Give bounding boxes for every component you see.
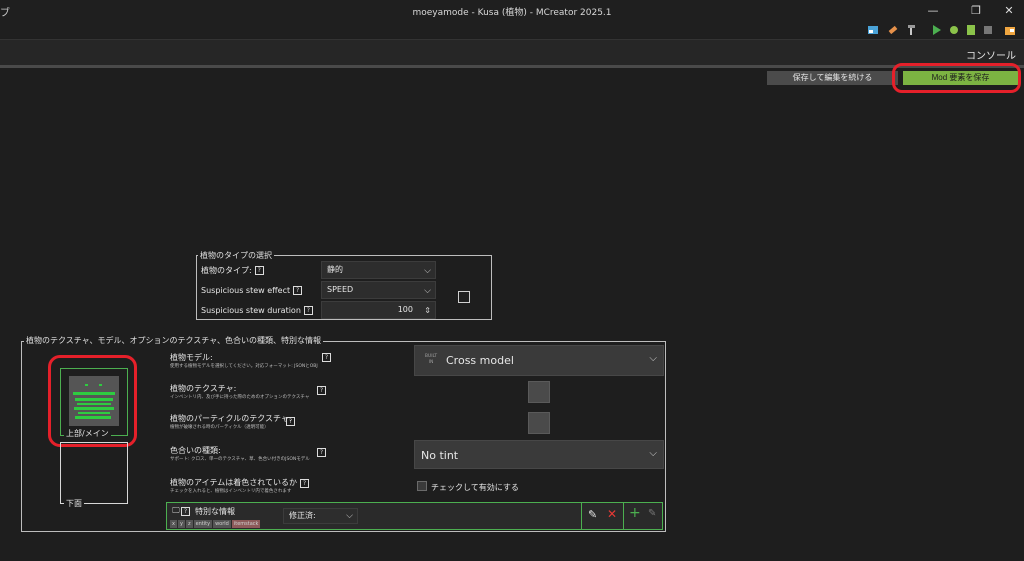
dependency-tag: itemstack [231,520,261,528]
stew-effect-value: SPEED [327,285,354,294]
hammer-icon[interactable] [905,24,917,36]
stop-icon[interactable] [982,24,994,36]
procedure-dropdown-value: 修正済: [289,511,316,520]
top-texture-highlight [48,355,137,447]
monitor-icon: 🖵 [172,506,180,515]
plant-model-dropdown[interactable]: BUILT IN Cross model ⌵ [414,345,664,376]
bottom-texture-label: 下面 [64,498,84,509]
bottom-texture-slot[interactable] [60,442,128,504]
plant-type-dropdown[interactable]: 静的 ⌵ [321,261,436,279]
tint-type-value: No tint [421,449,459,462]
export-icon[interactable] [965,24,977,36]
save-and-continue-button[interactable]: 保存して編集を続ける [767,71,898,85]
help-icon[interactable]: ? [317,448,326,457]
eraser-icon[interactable] [887,24,899,36]
built-in-badge: BUILT IN [422,354,440,366]
spinner-arrows-icon[interactable]: ⇕ [424,303,431,319]
header-separator [0,65,1024,68]
procedure-dropdown[interactable]: 修正済: ⌵ [283,508,358,524]
help-icon[interactable]: ? [286,417,295,426]
procedure-title: 特別な情報 [195,507,235,516]
debug-icon[interactable] [948,24,960,36]
dependency-tag: entity [193,520,213,528]
console-toggle[interactable]: コンソール [966,47,1016,62]
dependency-tag: x [170,520,177,528]
item-texture-slot[interactable] [528,381,550,403]
plant-model-value: Cross model [446,354,514,367]
plant-model-title: 植物モデル: [170,353,213,362]
edit-pencil-icon[interactable]: ✎ [588,508,597,521]
tint-type-desc: サポート: クロス、単一のテクスチャ、草、色合い付きのJSONモデル [170,457,310,462]
chevron-down-icon: ⌵ [424,286,431,296]
help-icon[interactable]: ? [181,507,190,516]
built-in-badge-bottom: IN [428,360,434,365]
stew-duration-label: Suspicious stew duration? [201,306,313,315]
item-tint-check-label: チェックして有効にする [431,483,519,492]
dependency-tag: world [213,520,231,528]
remove-icon[interactable]: ✕ [607,507,617,521]
toolbar [0,22,1024,38]
eyedropper-icon[interactable]: ✎ [648,508,656,519]
stew-effect-label-text: Suspicious stew effect [201,286,291,295]
plant-type-value: 静的 [327,265,343,274]
textures-legend: 植物のテクスチャ、モデル、オプションのテクスチャ、色合いの種類、特別な情報 [24,335,324,346]
chevron-down-icon: ⌵ [649,448,657,459]
item-tint-title: 植物のアイテムは着色されているか [170,478,297,487]
plant-texture-desc: インベントリ内、及び手に持った際のためのオプションのテクスチャ [170,395,310,400]
close-icon[interactable]: ✕ [998,2,1020,20]
run-icon[interactable] [930,24,942,36]
chevron-down-icon: ⌵ [424,266,431,276]
tint-type-dropdown[interactable]: No tint ⌵ [414,440,664,469]
tint-type-title: 色合いの種類: [170,446,221,455]
plant-type-label-text: 植物のタイプ: [201,266,252,275]
image-icon[interactable] [867,24,879,36]
particle-texture-title: 植物のパーティクルのテクスチャ: [170,414,292,423]
stew-effect-label: Suspicious stew effect? [201,286,303,295]
stew-effect-dropdown[interactable]: SPEED ⌵ [321,281,436,299]
stew-duration-spinner[interactable]: 100 ⇕ [321,301,436,319]
particle-texture-slot[interactable] [528,412,550,434]
procedure-divider [623,503,624,529]
help-icon[interactable]: ? [254,266,264,275]
chevron-down-icon: ⌵ [346,511,353,521]
help-icon[interactable]: ? [317,386,326,395]
stew-duration-value: 100 [397,305,413,314]
plant-type-checkbox[interactable] [458,291,470,303]
item-tint-desc: チェックを入れると、植物はインベントリ内で着色されます [170,489,292,494]
window-title: moeyamode - Kusa (植物) - MCreator 2025.1 [412,8,612,18]
procedure-dependency-tags: x y z entity world itemstack [170,518,261,528]
minimize-icon[interactable]: — [922,2,944,20]
help-icon[interactable]: ? [322,353,331,362]
title-bar: ブ moeyamode - Kusa (植物) - MCreator 2025.… [0,0,1024,22]
dependency-tag: z [185,520,193,528]
particle-texture-desc: 植物が破壊される時のパーティクル（透明可能） [170,425,269,430]
special-info-procedure: 🖵 ? 特別な情報 x y z entity world itemstack 修正済: ⌵ … [166,502,663,530]
save-button-highlight [892,63,1021,93]
plant-type-label: 植物のタイプ:? [201,265,264,276]
dependency-tag: y [177,520,185,528]
open-folder-icon[interactable] [1004,24,1016,36]
stew-duration-label-text: Suspicious stew duration [201,306,301,315]
chevron-down-icon: ⌵ [649,353,657,364]
plant-type-legend: 植物のタイプの選択 [198,250,274,261]
procedure-divider [581,503,582,529]
item-tint-checkbox[interactable] [417,481,427,491]
help-icon[interactable]: ? [293,286,303,295]
help-icon[interactable]: ? [303,306,313,315]
help-icon[interactable]: ? [300,479,309,488]
console-bar: コンソール [0,39,1024,65]
restore-icon[interactable]: ❐ [965,2,987,20]
plant-texture-title: 植物のテクスチャ: [170,384,237,393]
plant-model-desc: 使用する植物モデルを選択してください。対応フォーマット: JSONとOBJ [170,364,318,369]
add-icon[interactable]: + [629,505,641,521]
